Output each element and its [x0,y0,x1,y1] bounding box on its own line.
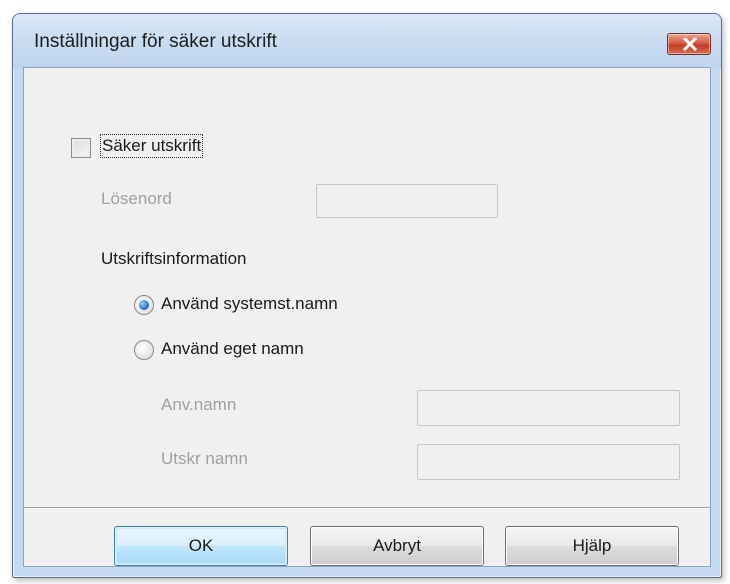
help-button[interactable]: Hjälp [505,526,679,566]
button-separator [24,507,710,509]
title-bar[interactable]: Inställningar för säker utskrift [13,14,721,68]
secure-print-dialog: Inställningar för säker utskrift Säker u… [12,13,722,578]
user-name-field[interactable] [417,390,680,426]
job-name-label: Utskr namn [161,449,248,468]
dialog-content: Säker utskrift Lösenord Utskriftsinforma… [23,67,711,567]
radio-selected-dot [139,300,149,310]
password-label: Lösenord [101,189,172,208]
secure-print-checkbox[interactable] [71,138,91,158]
use-own-name-radio[interactable] [134,340,154,360]
use-system-name-label[interactable]: Använd systemst.namn [161,294,338,314]
ok-button[interactable]: OK [114,526,288,566]
job-name-field[interactable] [417,444,680,480]
print-info-heading: Utskriftsinformation [101,249,247,268]
dialog-title: Inställningar för säker utskrift [34,31,277,52]
cancel-button[interactable]: Avbryt [310,526,484,566]
user-name-label: Anv.namn [161,395,237,414]
close-icon [683,38,697,51]
use-system-name-radio[interactable] [134,295,154,315]
password-field[interactable] [316,184,498,218]
close-button[interactable] [667,33,711,55]
secure-print-label[interactable]: Säker utskrift [99,134,204,158]
use-own-name-label[interactable]: Använd eget namn [161,339,304,359]
